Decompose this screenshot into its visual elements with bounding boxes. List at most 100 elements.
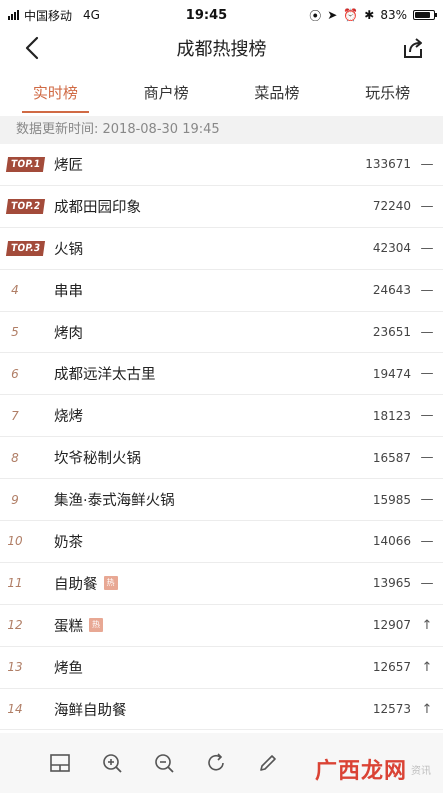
rank-cell: 5 [0, 325, 50, 339]
share-button[interactable] [399, 34, 427, 62]
bottom-toolbar: 广西龙网 资讯 [0, 733, 443, 793]
tab-dishes[interactable]: 菜品榜 [222, 72, 333, 114]
trend-flat-icon: — [420, 240, 434, 256]
trend-flat-icon: — [420, 575, 434, 591]
ranking-list: TOP.1 烤匠 133671 — TOP.2 成都田园印象 72240 — T… [0, 144, 443, 731]
zoom-out-icon [155, 754, 174, 773]
battery-label: 83% [380, 8, 407, 22]
rank-cell: 10 [0, 534, 50, 548]
rank-cell: 8 [0, 451, 50, 465]
hot-badge: 热 [103, 576, 118, 591]
top-badge: TOP.1 [6, 156, 46, 172]
navigation-icon: ➤ [327, 8, 338, 22]
hot-badge: 热 [89, 618, 103, 633]
rank-number: 11 [7, 576, 23, 591]
list-item[interactable]: 12 蛋糕热 12907 ↑ [0, 605, 443, 647]
tab-merchants[interactable]: 商户榜 [111, 72, 222, 114]
rank-number: 6 [11, 366, 19, 381]
list-item[interactable]: 6 成都远洋太古里 19474 — [0, 353, 443, 396]
tab-realtime[interactable]: 实时榜 [0, 72, 111, 114]
status-right: ⦿ ➤ ⏰ ✱ 83% [285, 7, 437, 24]
list-item[interactable]: 11 自助餐热 13965 — [0, 563, 443, 605]
item-name-cell: 成都田园印象 [50, 196, 341, 217]
status-time: 19:45 [185, 7, 228, 23]
list-item[interactable]: TOP.1 烤匠 133671 — [0, 144, 443, 186]
trend-flat-icon: — [420, 324, 434, 340]
zoom-in-button[interactable] [97, 748, 127, 778]
battery-icon [413, 10, 437, 20]
rank-cell: 11 [0, 576, 50, 590]
chevron-left-icon [25, 36, 39, 60]
item-count: 23651 [372, 325, 411, 339]
item-count: 14066 [372, 534, 411, 549]
trend-flat-icon: — [420, 366, 434, 382]
list-item[interactable]: TOP.3 火锅 42304 — [0, 228, 443, 270]
rank-number: 13 [7, 660, 23, 675]
item-count: 133671 [365, 157, 411, 172]
rank-cell: 12 [0, 618, 50, 632]
layout-button[interactable] [45, 748, 75, 778]
item-count: 13965 [372, 576, 411, 591]
list-item[interactable]: 5 烤肉 23651 — [0, 312, 443, 354]
trend-flat-icon: — [420, 282, 434, 298]
share-icon [404, 38, 422, 58]
carrier-label: 中国移动 [24, 8, 73, 23]
rank-cell: 13 [0, 660, 50, 674]
zoom-out-button[interactable] [149, 748, 179, 778]
list-item[interactable]: 13 烤鱼 12657 ↑ [0, 647, 443, 689]
item-name: 成都远洋太古里 [54, 367, 156, 384]
item-name: 烧烤 [54, 409, 83, 426]
location-icon: ⦿ [309, 8, 322, 23]
item-name-cell: 串串 [50, 280, 341, 301]
list-item[interactable]: 10 奶茶 14066 — [0, 521, 443, 563]
rank-cell: 9 [0, 493, 50, 507]
rank-cell: TOP.1 [0, 156, 50, 172]
item-name: 坎爷秘制火锅 [54, 451, 141, 468]
edit-button[interactable] [253, 748, 283, 778]
bluetooth-icon: ✱ [364, 8, 375, 22]
back-button[interactable] [18, 34, 46, 62]
trend-up-icon: ↑ [421, 659, 433, 675]
item-name-cell: 集渔·泰式海鲜火锅 [50, 489, 341, 510]
top-badge: TOP.2 [6, 198, 46, 214]
item-count: 12907 [372, 618, 411, 633]
item-count: 18123 [372, 408, 411, 423]
trend-flat-icon: — [420, 492, 434, 508]
item-name: 火锅 [54, 241, 83, 258]
edit-icon [260, 755, 276, 771]
list-item[interactable]: 7 烧烤 18123 — [0, 395, 443, 438]
rank-number: 14 [7, 702, 23, 717]
list-item[interactable]: TOP.2 成都田园印象 72240 — [0, 186, 443, 228]
tab-entertainment[interactable]: 玩乐榜 [332, 72, 443, 114]
item-name-cell: 自助餐热 [50, 573, 341, 594]
rank-cell: 14 [0, 702, 50, 716]
list-item[interactable]: 8 坎爷秘制火锅 16587 — [0, 437, 443, 480]
list-item[interactable]: 14 海鲜自助餐 12573 ↑ [0, 689, 443, 731]
rank-number: 12 [7, 618, 23, 633]
item-name-cell: 海鲜自助餐 [50, 699, 341, 720]
rank-number: 4 [11, 283, 19, 298]
item-name: 串串 [54, 283, 83, 300]
item-name-cell: 烤鱼 [50, 657, 341, 678]
refresh-button[interactable] [201, 748, 231, 778]
list-item[interactable]: 4 串串 24643 — [0, 270, 443, 312]
status-bar: 中国移动 4G 19:45 ⦿ ➤ ⏰ ✱ 83% [0, 0, 443, 30]
trend-flat-icon: — [420, 156, 434, 172]
update-time: 数据更新时间: 2018-08-30 19:45 [0, 116, 443, 144]
item-name: 烤肉 [54, 325, 83, 342]
list-item[interactable]: 9 集渔·泰式海鲜火锅 15985 — [0, 479, 443, 522]
tab-bar: 实时榜 商户榜 菜品榜 玩乐榜 [0, 72, 443, 114]
watermark-sub: 资讯 [411, 765, 431, 777]
item-count: 12573 [372, 702, 411, 717]
top-badge: TOP.3 [6, 240, 46, 256]
item-count: 16587 [372, 450, 411, 465]
item-name: 蛋糕 [54, 618, 83, 635]
item-count: 72240 [372, 199, 411, 214]
watermark-logo: 广西龙网 [314, 758, 407, 784]
item-name: 自助餐 [54, 576, 98, 593]
zoom-in-icon [103, 754, 122, 773]
item-name: 集渔·泰式海鲜火锅 [54, 493, 175, 510]
item-name-cell: 烤匠 [50, 154, 341, 175]
item-name: 奶茶 [54, 534, 83, 551]
layout-icon [50, 754, 70, 772]
